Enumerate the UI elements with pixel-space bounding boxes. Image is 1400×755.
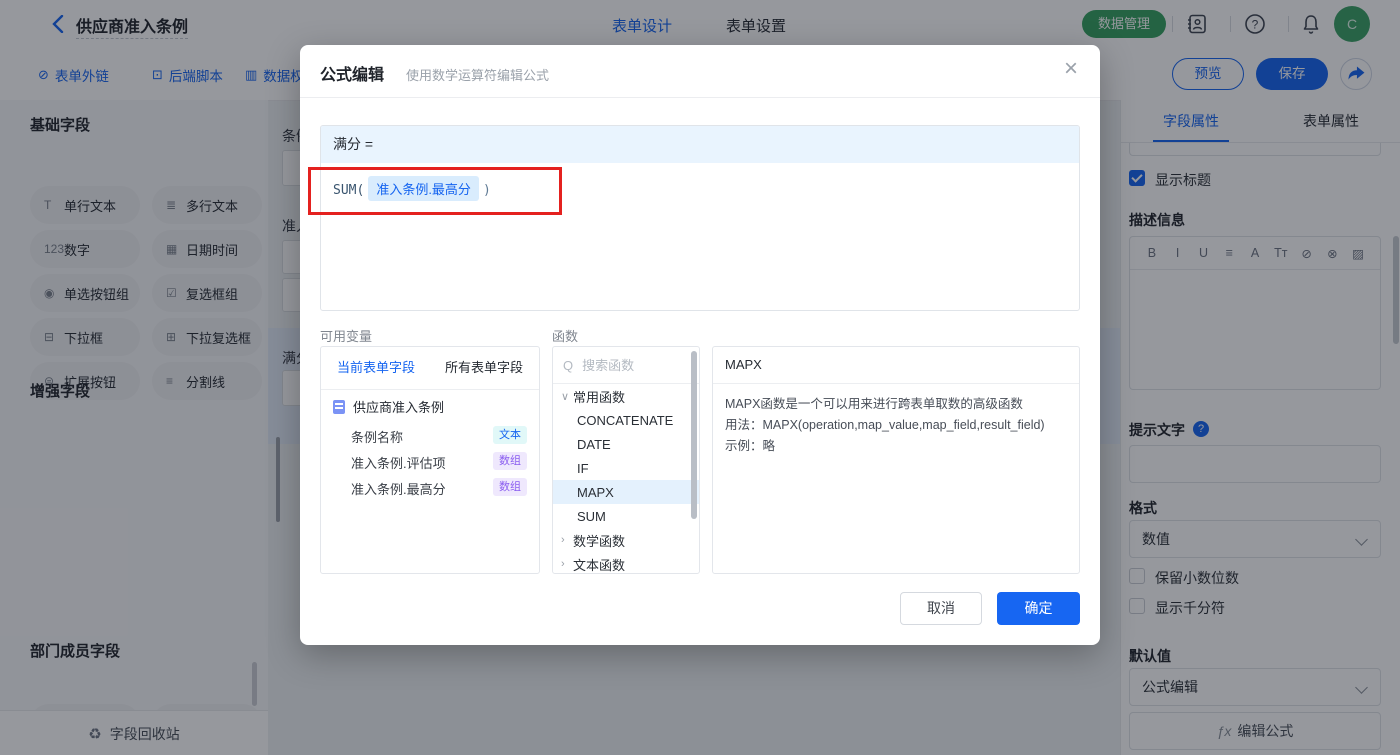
variable-row[interactable]: 准入条例.最高分 数组	[321, 475, 539, 501]
variable-row[interactable]: 条例名称 文本	[321, 423, 539, 449]
function-doc-panel: MAPX MAPX函数是一个可以用来进行跨表单取数的高级函数用法：MAPX(op…	[712, 346, 1080, 574]
function-item[interactable]: IF	[553, 456, 699, 480]
variables-label: 可用变量	[320, 329, 373, 344]
dialog-subtitle: 使用数学运算符编辑公式	[406, 68, 550, 83]
functions-label: 函数	[552, 329, 579, 344]
form-node[interactable]: 供应商准入条例	[333, 397, 444, 416]
function-list: 常用函数 CONCATENATE DATE IF	[553, 384, 699, 573]
formula-expression[interactable]: SUM(准入条例.最高分)	[321, 163, 1079, 214]
doc-body: MAPX函数是一个可以用来进行跨表单取数的高级函数用法：MAPX(operati…	[713, 384, 1079, 467]
variable-type-tag: 数组	[493, 452, 527, 470]
function-search-input[interactable]	[580, 356, 681, 374]
function-search[interactable]: Q	[553, 347, 699, 384]
function-item[interactable]: SUM	[553, 504, 699, 528]
variable-row[interactable]: 准入条例.评估项 数组	[321, 449, 539, 475]
form-node-label: 供应商准入条例	[353, 400, 445, 415]
function-item-label: SUM	[577, 508, 606, 524]
formula-editor-dialog: 公式编辑 使用数学运算符编辑公式 × 满分 = SUM(准入条例.最高分) 可用…	[300, 45, 1100, 645]
tab-all-form-fields[interactable]: 所有表单字段	[445, 347, 523, 389]
function-item-label: DATE	[577, 436, 611, 452]
function-item[interactable]: CONCATENATE	[553, 408, 699, 432]
doc-line: 示例：略	[725, 439, 776, 453]
function-item[interactable]: MAPX	[553, 480, 699, 504]
search-icon: Q	[563, 357, 574, 373]
function-item-label: 数学函数	[573, 533, 626, 549]
variables-tabs: 当前表单字段 所有表单字段	[321, 347, 539, 390]
variable-type-tag: 数组	[493, 478, 527, 496]
function-item-label: 文本函数	[573, 557, 626, 573]
formula-input-box[interactable]: 满分 = SUM(准入条例.最高分)	[320, 125, 1080, 311]
caret-icon	[561, 390, 573, 403]
tab-current-form-fields[interactable]: 当前表单字段	[337, 347, 415, 389]
app-window: 供应商准入条例 表单设计 表单设置 数据管理 ? C ⊘ 表单外链 ⊡ 后端脚本	[0, 0, 1400, 755]
formula-target: 满分 =	[321, 126, 1079, 163]
function-item[interactable]: 常用函数	[553, 384, 699, 408]
function-item-label: CONCATENATE	[577, 412, 674, 428]
function-item[interactable]: DATE	[553, 432, 699, 456]
function-list-scrollbar[interactable]	[691, 351, 697, 519]
form-icon	[333, 399, 345, 414]
confirm-button[interactable]: 确定	[997, 592, 1080, 625]
function-item[interactable]: 数学函数	[553, 528, 699, 552]
dialog-title: 公式编辑	[320, 67, 385, 84]
variable-label: 准入条例.评估项	[351, 456, 446, 471]
doc-line: 用法：MAPX(operation,map_value,map_field,re…	[725, 418, 1045, 432]
functions-panel: Q 常用函数 CONCATENATE	[552, 346, 700, 574]
formula-function: SUM(	[333, 183, 365, 198]
function-item-label: 常用函数	[573, 389, 626, 405]
variable-label: 条例名称	[351, 430, 404, 445]
doc-function-name: MAPX	[713, 347, 1079, 384]
caret-icon	[561, 558, 573, 570]
variables-panel: 当前表单字段 所有表单字段 供应商准入条例 条例名称 文本 准入条例.评估项 数…	[320, 346, 540, 574]
function-item[interactable]: 文本函数	[553, 552, 699, 573]
caret-icon	[561, 534, 573, 546]
variable-type-tag: 文本	[493, 426, 527, 444]
close-icon[interactable]: ×	[1064, 55, 1078, 84]
formula-close-paren: )	[482, 183, 491, 198]
formula-field-chip[interactable]: 准入条例.最高分	[368, 176, 479, 201]
doc-line: MAPX函数是一个可以用来进行跨表单取数的高级函数	[725, 397, 1023, 411]
function-item-label: MAPX	[577, 484, 614, 500]
variable-label: 准入条例.最高分	[351, 482, 446, 497]
function-item-label: IF	[577, 460, 589, 476]
cancel-button[interactable]: 取消	[900, 592, 982, 625]
divider	[300, 97, 1100, 98]
